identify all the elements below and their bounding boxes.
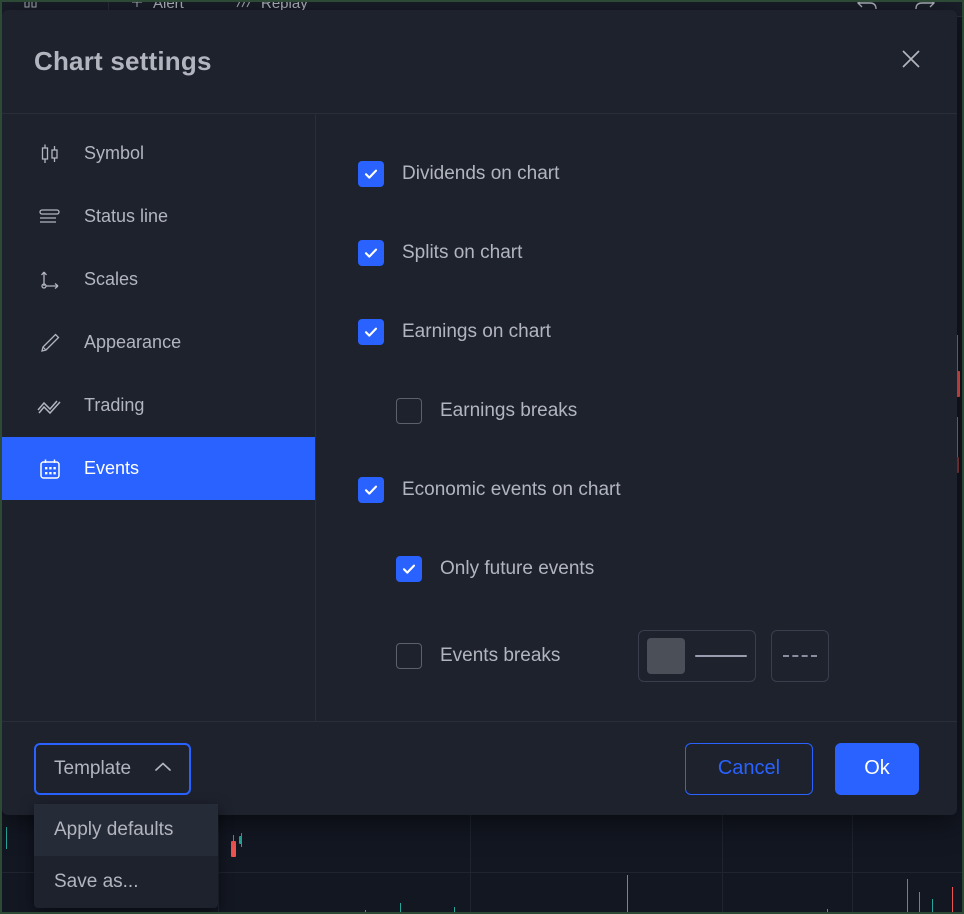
line-width-preview: [695, 655, 747, 657]
setting-row-events-breaks: Events breaks: [358, 630, 957, 682]
setting-row-splits: Splits on chart: [358, 235, 957, 271]
events-settings-panel: Dividends on chart Splits on chart Earni…: [316, 114, 957, 721]
checkbox-splits-on-chart[interactable]: [358, 240, 384, 266]
label-only-future-events: Only future events: [440, 558, 595, 579]
ok-button[interactable]: Ok: [835, 742, 919, 795]
checkbox-events-breaks[interactable]: [396, 643, 422, 669]
dialog-header: Chart settings: [2, 10, 957, 114]
checkbox-dividends-on-chart[interactable]: [358, 161, 384, 187]
cancel-button[interactable]: Cancel: [685, 742, 813, 795]
menu-item-save-as[interactable]: Save as...: [34, 856, 218, 908]
events-breaks-style-controls: [638, 630, 829, 682]
sidebar-item-symbol[interactable]: Symbol: [2, 122, 315, 185]
setting-row-earnings: Earnings on chart: [358, 314, 957, 350]
status-line-icon: [36, 203, 64, 231]
label-economic-events-on-chart: Economic events on chart: [402, 479, 621, 500]
label-splits-on-chart: Splits on chart: [402, 242, 523, 263]
dialog-body: Symbol Status line Scales Appearance Tra…: [2, 114, 957, 721]
label-earnings-breaks: Earnings breaks: [440, 400, 578, 421]
line-dash-style-button[interactable]: [771, 630, 829, 682]
setting-row-dividends: Dividends on chart: [358, 156, 957, 192]
checkbox-earnings-on-chart[interactable]: [358, 319, 384, 345]
label-events-breaks: Events breaks: [440, 645, 561, 666]
sidebar-item-events[interactable]: Events: [2, 437, 315, 500]
sidebar-item-label: Appearance: [84, 332, 182, 352]
template-label: Template: [54, 757, 132, 779]
sidebar-item-appearance[interactable]: Appearance: [2, 311, 315, 374]
dialog-footer: Template Cancel Ok Apply defaults Save a…: [2, 721, 957, 908]
page-title: Chart settings: [34, 46, 212, 76]
pencil-icon: [36, 329, 64, 357]
chevron-up-icon: [153, 758, 173, 780]
checkbox-only-future-events[interactable]: [396, 556, 422, 582]
color-swatch: [647, 638, 685, 674]
trading-zigzag-icon: [36, 392, 64, 420]
settings-sidebar: Symbol Status line Scales Appearance Tra…: [2, 114, 316, 721]
label-dividends-on-chart: Dividends on chart: [402, 163, 560, 184]
sidebar-item-scales[interactable]: Scales: [2, 248, 315, 311]
checkbox-economic-events-on-chart[interactable]: [358, 477, 384, 503]
chart-settings-dialog: Chart settings Symbol Status line Scales…: [2, 10, 957, 908]
label-earnings-on-chart: Earnings on chart: [402, 321, 551, 342]
template-dropdown-menu: Apply defaults Save as...: [34, 804, 218, 908]
setting-row-economic-events: Economic events on chart: [358, 472, 957, 508]
sidebar-item-label: Trading: [84, 395, 145, 415]
setting-row-only-future-events: Only future events: [358, 551, 957, 587]
candlestick-icon: [36, 140, 64, 168]
setting-row-earnings-breaks: Earnings breaks: [358, 393, 957, 429]
sidebar-item-label: Events: [84, 458, 140, 478]
sidebar-item-status-line[interactable]: Status line: [2, 185, 315, 248]
close-icon: [897, 45, 925, 78]
dashed-line-preview: [783, 655, 817, 657]
menu-item-apply-defaults[interactable]: Apply defaults: [34, 804, 218, 856]
checkbox-earnings-breaks[interactable]: [396, 398, 422, 424]
sidebar-item-label: Symbol: [84, 143, 145, 163]
close-button[interactable]: [891, 42, 931, 82]
footer-action-buttons: Cancel Ok: [685, 742, 919, 795]
sidebar-item-label: Scales: [84, 269, 139, 289]
sidebar-item-trading[interactable]: Trading: [2, 374, 315, 437]
sidebar-item-label: Status line: [84, 206, 169, 226]
scales-axis-icon: [36, 266, 64, 294]
screen: Alert Replay Chart settings Symbol Statu…: [0, 0, 964, 914]
template-dropdown-button[interactable]: Template: [34, 742, 192, 795]
calendar-icon: [36, 455, 64, 483]
line-color-and-width-button[interactable]: [638, 630, 756, 682]
